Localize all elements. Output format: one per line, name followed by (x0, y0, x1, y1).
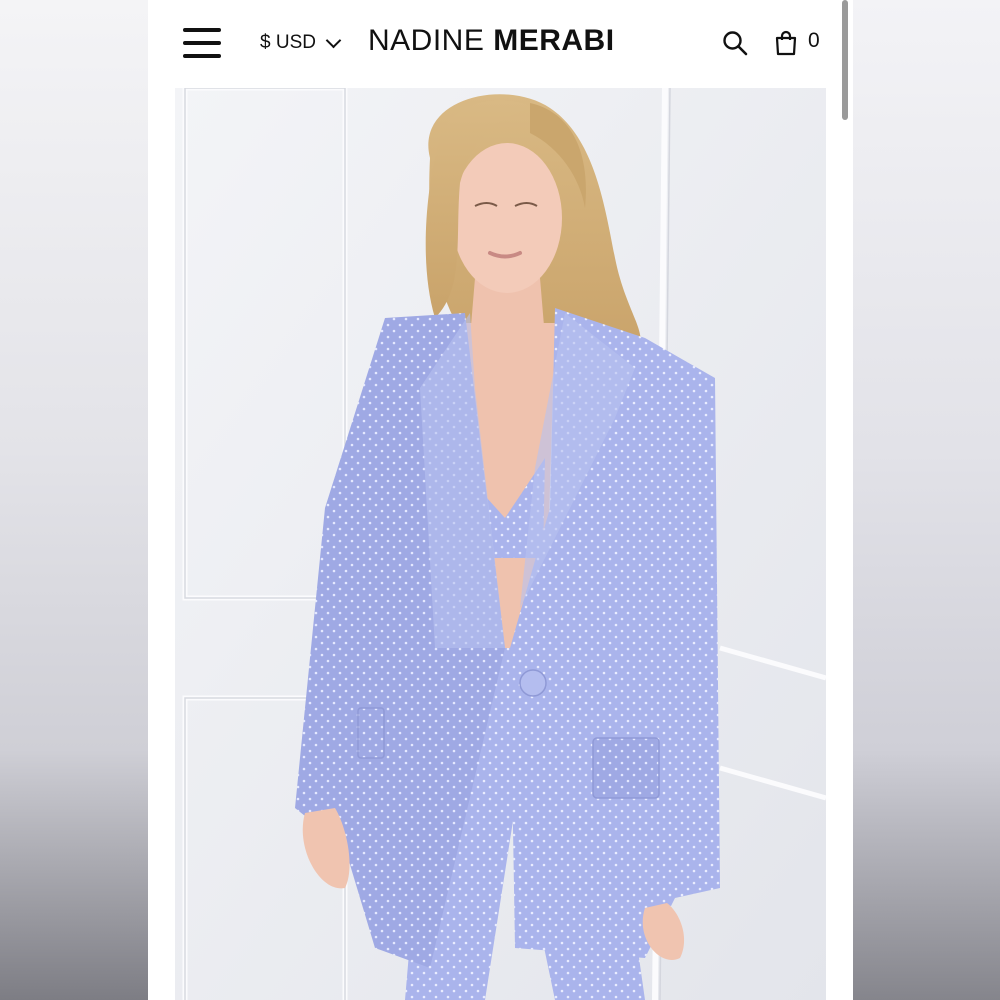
search-icon[interactable] (722, 30, 748, 56)
product-photo (175, 88, 826, 1000)
brand-name-bold: MERABI (493, 24, 615, 57)
shopping-bag-icon[interactable] (774, 30, 798, 56)
brand-logo[interactable]: NADINE MERABI (368, 24, 615, 58)
chevron-down-icon (325, 32, 342, 49)
brand-name-light: NADINE (368, 24, 485, 57)
right-blur-background (853, 0, 1000, 1000)
site-header: $ USD NADINE MERABI 0 (148, 0, 853, 120)
currency-label: $ USD (260, 32, 316, 53)
product-image[interactable] (175, 88, 826, 1000)
currency-selector[interactable]: $ USD (260, 30, 342, 56)
hamburger-menu-icon[interactable] (183, 28, 221, 60)
cart-count[interactable]: 0 (808, 29, 820, 53)
left-blur-background (0, 0, 148, 1000)
scrollbar[interactable] (842, 0, 848, 120)
phone-screen: $ USD NADINE MERABI 0 (148, 0, 853, 1000)
